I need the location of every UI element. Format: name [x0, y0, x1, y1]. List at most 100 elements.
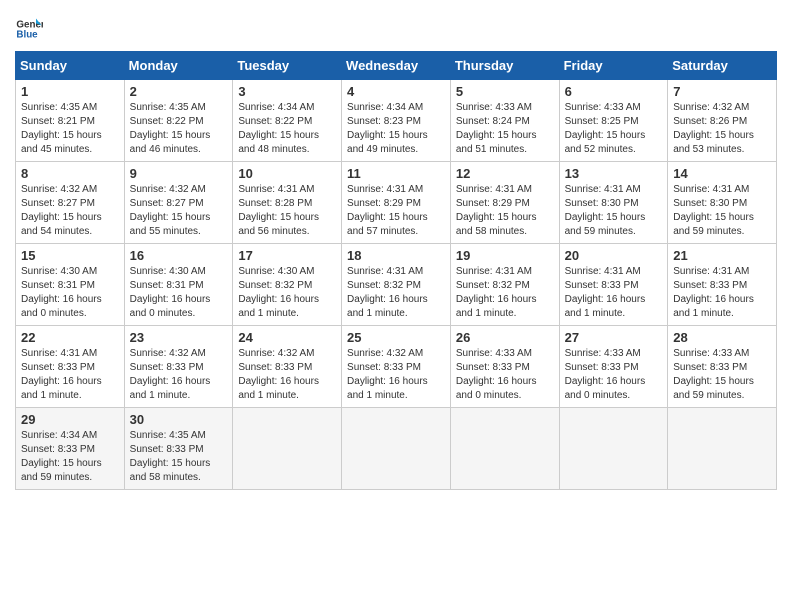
day-number: 22	[21, 330, 119, 345]
calendar-week-5: 29 Sunrise: 4:34 AM Sunset: 8:33 PM Dayli…	[16, 408, 777, 490]
calendar-header-row: SundayMondayTuesdayWednesdayThursdayFrid…	[16, 52, 777, 80]
calendar-header-friday: Friday	[559, 52, 668, 80]
day-number: 17	[238, 248, 336, 263]
calendar-cell: 13 Sunrise: 4:31 AM Sunset: 8:30 PM Dayli…	[559, 162, 668, 244]
calendar-cell: 14 Sunrise: 4:31 AM Sunset: 8:30 PM Dayli…	[668, 162, 777, 244]
day-info: Sunrise: 4:32 AM Sunset: 8:26 PM Dayligh…	[673, 101, 771, 157]
day-info: Sunrise: 4:35 AM Sunset: 8:21 PM Dayligh…	[21, 101, 119, 157]
day-number: 16	[130, 248, 228, 263]
day-info: Sunrise: 4:31 AM Sunset: 8:32 PM Dayligh…	[347, 265, 445, 321]
day-number: 9	[130, 166, 228, 181]
day-number: 3	[238, 84, 336, 99]
calendar-cell: 11 Sunrise: 4:31 AM Sunset: 8:29 PM Dayli…	[342, 162, 451, 244]
calendar-cell: 10 Sunrise: 4:31 AM Sunset: 8:28 PM Dayli…	[233, 162, 342, 244]
svg-text:Blue: Blue	[16, 29, 38, 40]
day-info: Sunrise: 4:31 AM Sunset: 8:29 PM Dayligh…	[347, 183, 445, 239]
calendar-cell: 26Sunrise: 4:33 AM Sunset: 8:33 PM Dayli…	[450, 326, 559, 408]
day-info: Sunrise: 4:31 AM Sunset: 8:30 PM Dayligh…	[673, 183, 771, 239]
calendar-header-saturday: Saturday	[668, 52, 777, 80]
day-info: Sunrise: 4:35 AM Sunset: 8:33 PM Dayligh…	[130, 429, 228, 485]
day-number: 2	[130, 84, 228, 99]
calendar-cell	[668, 408, 777, 490]
calendar-cell: 25 Sunrise: 4:32 AM Sunset: 8:33 PM Dayli…	[342, 326, 451, 408]
calendar-cell	[233, 408, 342, 490]
calendar-cell: 6Sunrise: 4:33 AM Sunset: 8:25 PM Daylig…	[559, 80, 668, 162]
day-info: Sunrise: 4:30 AM Sunset: 8:31 PM Dayligh…	[130, 265, 228, 321]
day-number: 30	[130, 412, 228, 427]
calendar-header-wednesday: Wednesday	[342, 52, 451, 80]
calendar-week-1: 1 Sunrise: 4:35 AM Sunset: 8:21 PM Daylig…	[16, 80, 777, 162]
day-info: Sunrise: 4:34 AM Sunset: 8:33 PM Dayligh…	[21, 429, 119, 485]
calendar-week-2: 8Sunrise: 4:32 AM Sunset: 8:27 PM Daylig…	[16, 162, 777, 244]
day-info: Sunrise: 4:31 AM Sunset: 8:30 PM Dayligh…	[565, 183, 663, 239]
day-info: Sunrise: 4:32 AM Sunset: 8:33 PM Dayligh…	[238, 347, 336, 403]
calendar-week-3: 15Sunrise: 4:30 AM Sunset: 8:31 PM Dayli…	[16, 244, 777, 326]
day-number: 29	[21, 412, 119, 427]
day-info: Sunrise: 4:33 AM Sunset: 8:33 PM Dayligh…	[456, 347, 554, 403]
day-number: 21	[673, 248, 771, 263]
calendar-cell: 7 Sunrise: 4:32 AM Sunset: 8:26 PM Daylig…	[668, 80, 777, 162]
calendar-cell: 12 Sunrise: 4:31 AM Sunset: 8:29 PM Dayli…	[450, 162, 559, 244]
day-number: 18	[347, 248, 445, 263]
calendar-week-4: 22Sunrise: 4:31 AM Sunset: 8:33 PM Dayli…	[16, 326, 777, 408]
day-info: Sunrise: 4:33 AM Sunset: 8:33 PM Dayligh…	[565, 347, 663, 403]
day-number: 13	[565, 166, 663, 181]
day-number: 20	[565, 248, 663, 263]
calendar-cell: 2 Sunrise: 4:35 AM Sunset: 8:22 PM Daylig…	[124, 80, 233, 162]
calendar-table: SundayMondayTuesdayWednesdayThursdayFrid…	[15, 51, 777, 490]
day-number: 6	[565, 84, 663, 99]
day-info: Sunrise: 4:34 AM Sunset: 8:22 PM Dayligh…	[238, 101, 336, 157]
day-number: 10	[238, 166, 336, 181]
calendar-cell: 20 Sunrise: 4:31 AM Sunset: 8:33 PM Dayli…	[559, 244, 668, 326]
page-header: General Blue	[15, 15, 777, 43]
calendar-cell: 1 Sunrise: 4:35 AM Sunset: 8:21 PM Daylig…	[16, 80, 125, 162]
day-number: 1	[21, 84, 119, 99]
day-number: 12	[456, 166, 554, 181]
day-info: Sunrise: 4:32 AM Sunset: 8:27 PM Dayligh…	[130, 183, 228, 239]
day-info: Sunrise: 4:33 AM Sunset: 8:33 PM Dayligh…	[673, 347, 771, 403]
calendar-cell: 16 Sunrise: 4:30 AM Sunset: 8:31 PM Dayli…	[124, 244, 233, 326]
day-number: 23	[130, 330, 228, 345]
calendar-cell: 17Sunrise: 4:30 AM Sunset: 8:32 PM Dayli…	[233, 244, 342, 326]
day-number: 24	[238, 330, 336, 345]
day-info: Sunrise: 4:31 AM Sunset: 8:28 PM Dayligh…	[238, 183, 336, 239]
calendar-cell: 18 Sunrise: 4:31 AM Sunset: 8:32 PM Dayli…	[342, 244, 451, 326]
day-number: 4	[347, 84, 445, 99]
calendar-cell: 24 Sunrise: 4:32 AM Sunset: 8:33 PM Dayli…	[233, 326, 342, 408]
day-number: 25	[347, 330, 445, 345]
calendar-cell: 23 Sunrise: 4:32 AM Sunset: 8:33 PM Dayli…	[124, 326, 233, 408]
calendar-header-tuesday: Tuesday	[233, 52, 342, 80]
calendar-cell: 21 Sunrise: 4:31 AM Sunset: 8:33 PM Dayli…	[668, 244, 777, 326]
day-number: 14	[673, 166, 771, 181]
day-info: Sunrise: 4:31 AM Sunset: 8:32 PM Dayligh…	[456, 265, 554, 321]
logo-icon: General Blue	[15, 15, 43, 43]
calendar-cell: 8Sunrise: 4:32 AM Sunset: 8:27 PM Daylig…	[16, 162, 125, 244]
day-number: 7	[673, 84, 771, 99]
day-number: 19	[456, 248, 554, 263]
day-info: Sunrise: 4:35 AM Sunset: 8:22 PM Dayligh…	[130, 101, 228, 157]
calendar-header-sunday: Sunday	[16, 52, 125, 80]
calendar-cell	[342, 408, 451, 490]
calendar-cell: 19 Sunrise: 4:31 AM Sunset: 8:32 PM Dayli…	[450, 244, 559, 326]
day-info: Sunrise: 4:32 AM Sunset: 8:33 PM Dayligh…	[347, 347, 445, 403]
calendar-cell: 22Sunrise: 4:31 AM Sunset: 8:33 PM Dayli…	[16, 326, 125, 408]
day-info: Sunrise: 4:32 AM Sunset: 8:33 PM Dayligh…	[130, 347, 228, 403]
day-info: Sunrise: 4:31 AM Sunset: 8:29 PM Dayligh…	[456, 183, 554, 239]
day-number: 28	[673, 330, 771, 345]
calendar-cell: 4Sunrise: 4:34 AM Sunset: 8:23 PM Daylig…	[342, 80, 451, 162]
calendar-header-thursday: Thursday	[450, 52, 559, 80]
calendar-cell	[450, 408, 559, 490]
calendar-cell: 30 Sunrise: 4:35 AM Sunset: 8:33 PM Dayli…	[124, 408, 233, 490]
day-info: Sunrise: 4:31 AM Sunset: 8:33 PM Dayligh…	[565, 265, 663, 321]
day-number: 5	[456, 84, 554, 99]
calendar-cell: 5Sunrise: 4:33 AM Sunset: 8:24 PM Daylig…	[450, 80, 559, 162]
day-info: Sunrise: 4:31 AM Sunset: 8:33 PM Dayligh…	[673, 265, 771, 321]
calendar-header-monday: Monday	[124, 52, 233, 80]
calendar-cell: 28 Sunrise: 4:33 AM Sunset: 8:33 PM Dayli…	[668, 326, 777, 408]
calendar-cell: 9 Sunrise: 4:32 AM Sunset: 8:27 PM Daylig…	[124, 162, 233, 244]
day-number: 11	[347, 166, 445, 181]
calendar-cell	[559, 408, 668, 490]
day-number: 27	[565, 330, 663, 345]
calendar-cell: 15Sunrise: 4:30 AM Sunset: 8:31 PM Dayli…	[16, 244, 125, 326]
day-info: Sunrise: 4:32 AM Sunset: 8:27 PM Dayligh…	[21, 183, 119, 239]
